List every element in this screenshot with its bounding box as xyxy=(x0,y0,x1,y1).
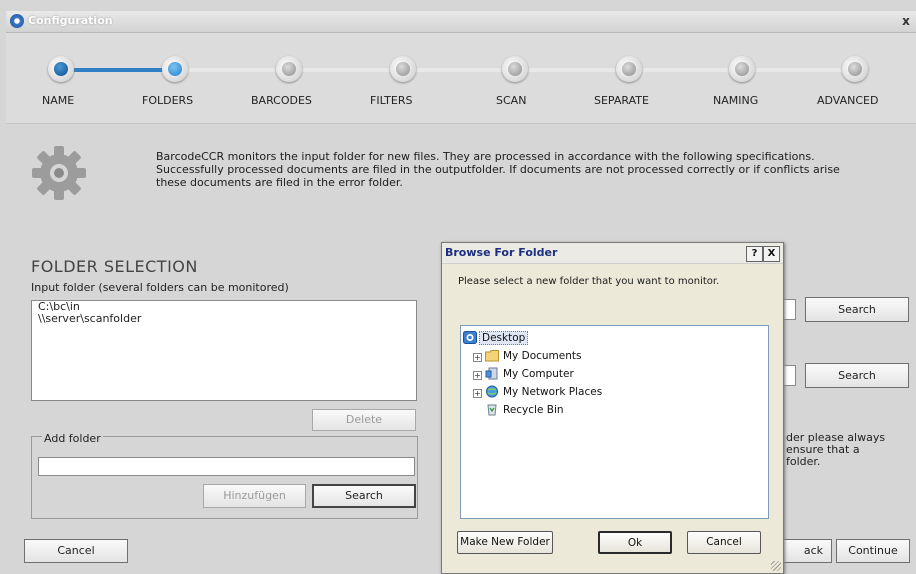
dialog-prompt: Please select a new folder that you want… xyxy=(458,276,720,287)
tree-item-label: Recycle Bin xyxy=(503,404,564,416)
section-title: FOLDER SELECTION xyxy=(31,257,198,276)
expand-my-documents-icon[interactable]: + xyxy=(473,353,482,362)
output-search-button[interactable]: Search xyxy=(805,297,909,322)
info-text: BarcodeCCR monitors the input folder for… xyxy=(156,150,916,189)
step-scan-dot[interactable] xyxy=(502,56,528,82)
close-icon[interactable]: x xyxy=(898,13,914,29)
help-icon[interactable]: ? xyxy=(746,246,763,262)
add-folder-search-button[interactable]: Search xyxy=(312,484,416,508)
add-folder-input[interactable] xyxy=(38,457,415,476)
continue-button[interactable]: Continue xyxy=(836,539,910,563)
configuration-window: Configuration x NAME FOLDERS BARCODES FI… xyxy=(0,0,916,574)
step-advanced-label[interactable]: ADVANCED xyxy=(817,94,878,107)
tree-item-my-network-places[interactable]: My Network Places xyxy=(485,385,645,399)
tree-item-label: My Network Places xyxy=(503,386,603,398)
info-panel: BarcodeCCR monitors the input folder for… xyxy=(6,123,916,238)
dialog-cancel-button[interactable]: Cancel xyxy=(687,531,761,554)
step-folders-label[interactable]: FOLDERS xyxy=(142,94,193,107)
step-separate-dot[interactable] xyxy=(616,56,642,82)
app-icon xyxy=(10,14,24,28)
resize-grip-icon[interactable] xyxy=(771,561,781,571)
step-separate-label[interactable]: SEPARATE xyxy=(594,94,649,107)
tree-item-my-computer[interactable]: My Computer xyxy=(485,367,625,381)
info-line: BarcodeCCR monitors the input folder for… xyxy=(156,150,815,163)
step-barcodes-dot[interactable] xyxy=(276,56,302,82)
tree-item-my-documents[interactable]: My Documents xyxy=(485,349,625,363)
folder-tree[interactable]: Desktop + My Documents + My Computer + M… xyxy=(460,325,769,519)
step-name-label[interactable]: NAME xyxy=(42,94,74,107)
tree-item-label: My Documents xyxy=(503,350,582,362)
info-line: Successfully processed documents are fil… xyxy=(156,163,840,176)
expand-my-network-places-icon[interactable]: + xyxy=(473,389,482,398)
ok-button[interactable]: Ok xyxy=(598,531,672,554)
delete-button[interactable]: Delete xyxy=(312,409,416,431)
step-filters-label[interactable]: FILTERS xyxy=(370,94,412,107)
step-filters-dot[interactable] xyxy=(390,56,416,82)
input-folder-list[interactable]: C:\bc\in \\server\scanfolder xyxy=(31,300,417,401)
tree-item-recycle-bin[interactable]: Recycle Bin xyxy=(485,403,625,417)
recycle-bin-icon xyxy=(487,404,497,416)
progress-line-completed xyxy=(60,68,176,72)
step-name-dot[interactable] xyxy=(48,56,74,82)
make-new-folder-button[interactable]: Make New Folder xyxy=(457,531,553,554)
window-title: Configuration xyxy=(28,14,113,27)
wizard-steps: NAME FOLDERS BARCODES FILTERS SCAN SEPAR… xyxy=(6,33,916,123)
dialog-title: Browse For Folder xyxy=(445,246,558,259)
folder-note-text: der please always ensure that a folder. xyxy=(786,431,886,468)
desktop-icon xyxy=(463,331,477,344)
expand-my-computer-icon[interactable]: + xyxy=(473,371,482,380)
computer-icon xyxy=(485,367,498,380)
gear-icon xyxy=(32,146,86,200)
folder-icon xyxy=(485,350,499,362)
dialog-title-bar: Browse For Folder ? X xyxy=(442,243,783,264)
step-folders-dot[interactable] xyxy=(162,56,188,82)
input-folder-label: Input folder (several folders can be mon… xyxy=(31,281,289,294)
error-search-button[interactable]: Search xyxy=(805,363,909,388)
add-folder-legend: Add folder xyxy=(42,432,103,445)
title-bar: Configuration x xyxy=(6,11,916,33)
browse-folder-dialog: Browse For Folder ? X Please select a ne… xyxy=(441,242,784,574)
add-button[interactable]: Hinzufügen xyxy=(203,484,306,508)
cancel-button[interactable]: Cancel xyxy=(24,539,128,563)
info-line: these documents are filed in the error f… xyxy=(156,176,403,189)
step-barcodes-label[interactable]: BARCODES xyxy=(251,94,312,107)
list-item[interactable]: \\server\scanfolder xyxy=(32,313,416,325)
network-icon xyxy=(486,385,498,398)
step-advanced-dot[interactable] xyxy=(842,56,868,82)
step-naming-dot[interactable] xyxy=(729,56,755,82)
tree-item-label: My Computer xyxy=(503,368,574,380)
dialog-close-icon[interactable]: X xyxy=(763,246,780,262)
step-naming-label[interactable]: NAMING xyxy=(713,94,758,107)
tree-item-desktop[interactable]: Desktop xyxy=(463,331,553,345)
tree-item-label: Desktop xyxy=(479,331,529,345)
step-scan-label[interactable]: SCAN xyxy=(496,94,526,107)
